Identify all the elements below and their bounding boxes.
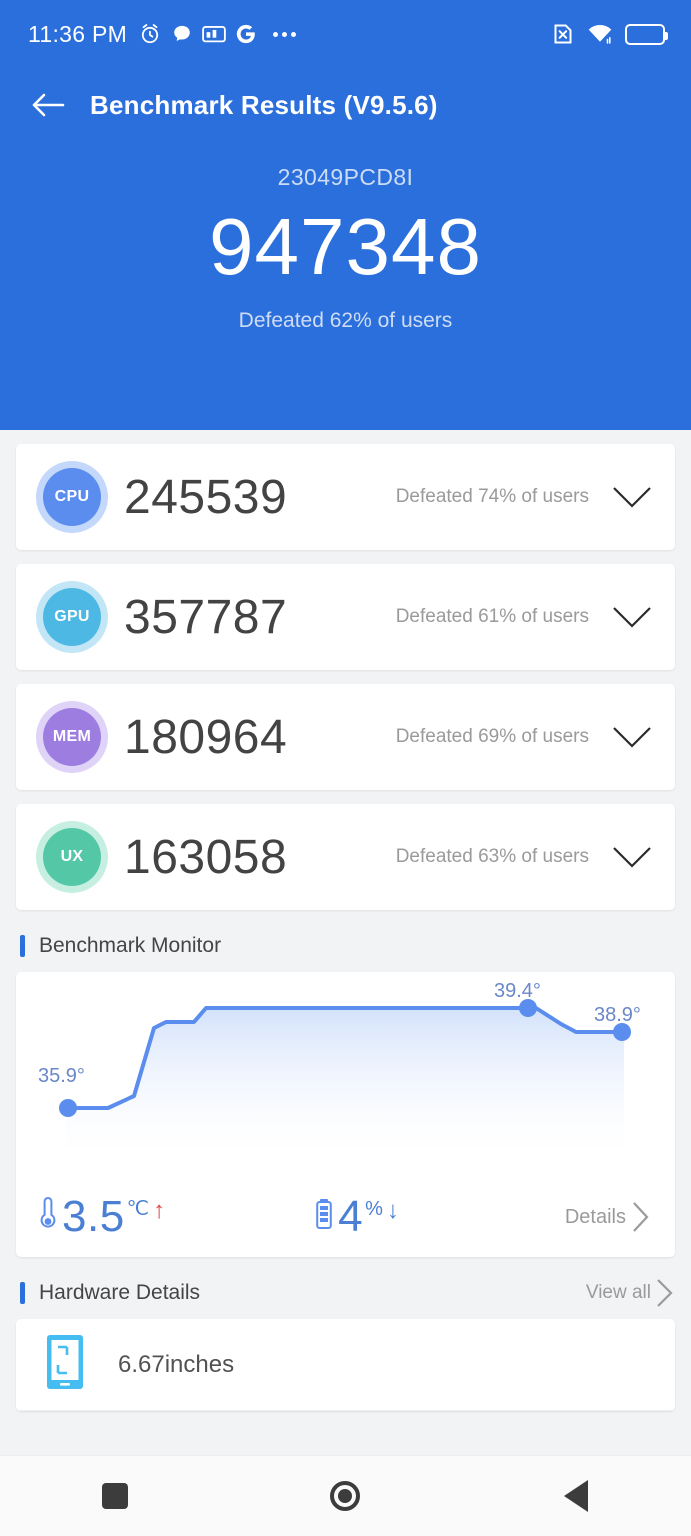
hero-summary: 23049PCD8I 947348 Defeated 62% of users [0, 142, 691, 333]
mem-expand-button[interactable] [589, 725, 675, 749]
gpu-score-value: 357787 [124, 590, 287, 645]
back-triangle-icon [564, 1480, 588, 1512]
chevron-down-icon [611, 845, 653, 869]
chat-bubble-icon [171, 23, 193, 45]
battery-delta-stat: 4 % ↓ [315, 1195, 399, 1239]
cpu-defeated-text: Defeated 74% of users [396, 486, 589, 508]
temperature-delta-value: 3.5 [62, 1195, 125, 1239]
cpu-score-value: 245539 [124, 470, 287, 525]
ux-badge: UX [43, 828, 101, 886]
chart-label-end: 38.9° [594, 1004, 641, 1027]
benchmark-monitor-header: Benchmark Monitor [16, 920, 675, 972]
ux-badge-halo: UX [36, 821, 108, 893]
benchmark-monitor-title: Benchmark Monitor [39, 934, 221, 958]
mem-score-value: 180964 [124, 710, 287, 765]
home-button[interactable] [297, 1468, 393, 1524]
page-title: Benchmark Results (V9.5.6) [90, 90, 438, 121]
more-dots-icon [273, 32, 296, 37]
thermometer-icon [38, 1195, 58, 1236]
app-bar: Benchmark Results (V9.5.6) [0, 68, 691, 142]
screenshot-icon [202, 24, 226, 44]
chart-point-start [59, 1099, 77, 1117]
hardware-row-value: 6.67inches [118, 1351, 234, 1379]
benchmark-monitor-card: 35.9° 39.4° 38.9° 3.5 ℃ ↑ [16, 972, 675, 1257]
total-defeated-text: Defeated 62% of users [0, 309, 691, 333]
recents-button[interactable] [67, 1468, 163, 1524]
device-model: 23049PCD8I [0, 164, 691, 191]
temperature-chart: 35.9° 39.4° 38.9° [16, 972, 675, 1177]
battery-trend-arrow-icon: ↓ [387, 1199, 399, 1223]
monitor-stats-row: 3.5 ℃ ↑ 4 [16, 1177, 675, 1257]
details-label: Details [565, 1206, 626, 1229]
ux-defeated-text: Defeated 63% of users [396, 846, 589, 868]
hardware-details-card: 6.67inches [16, 1319, 675, 1411]
back-nav-button[interactable] [528, 1468, 624, 1524]
mem-badge: MEM [43, 708, 101, 766]
screen-size-icon [44, 1333, 86, 1396]
temperature-delta-stat: 3.5 ℃ ↑ [38, 1195, 165, 1239]
mem-defeated-text: Defeated 69% of users [396, 726, 589, 748]
score-card-cpu[interactable]: CPU 245539 Defeated 74% of users [16, 444, 675, 550]
hardware-details-title: Hardware Details [39, 1281, 200, 1305]
battery-icon [315, 1197, 333, 1236]
status-time: 11:36 PM [28, 21, 127, 48]
score-card-ux[interactable]: UX 163058 Defeated 63% of users [16, 804, 675, 910]
details-link[interactable]: Details [565, 1200, 651, 1234]
arrow-left-icon [31, 91, 65, 119]
hardware-row-screen-size[interactable]: 6.67inches [16, 1319, 675, 1411]
content-area: CPU 245539 Defeated 74% of users GPU 357… [0, 430, 691, 1455]
mem-badge-halo: MEM [36, 701, 108, 773]
score-card-gpu[interactable]: GPU 357787 Defeated 61% of users [16, 564, 675, 670]
temperature-trend-arrow-icon: ↑ [153, 1199, 165, 1223]
battery-icon: 43 [625, 24, 665, 45]
temperature-chart-svg [16, 972, 675, 1177]
battery-unit: % [365, 1199, 383, 1219]
chevron-right-icon [653, 1277, 675, 1309]
gpu-badge: GPU [43, 588, 101, 646]
chart-area-fill [66, 1008, 624, 1157]
score-card-mem[interactable]: MEM 180964 Defeated 69% of users [16, 684, 675, 790]
chart-label-peak: 39.4° [494, 980, 541, 1003]
cpu-badge: CPU [43, 468, 101, 526]
hardware-details-header: Hardware Details View all [16, 1267, 675, 1319]
ux-expand-button[interactable] [589, 845, 675, 869]
gpu-badge-halo: GPU [36, 581, 108, 653]
status-bar-left: 11:36 PM [28, 21, 296, 48]
wifi-icon [587, 23, 613, 45]
ux-score-value: 163058 [124, 830, 287, 885]
battery-delta-value: 4 [338, 1195, 363, 1239]
view-all-link[interactable]: View all [586, 1277, 675, 1309]
back-button[interactable] [22, 79, 74, 131]
sim-off-icon [551, 22, 575, 46]
status-bar-right: 43 [551, 22, 665, 46]
header-region: 11:36 PM [0, 0, 691, 430]
gpu-defeated-text: Defeated 61% of users [396, 606, 589, 628]
chart-label-start: 35.9° [38, 1065, 85, 1088]
recents-square-icon [102, 1483, 128, 1509]
alarm-icon [138, 22, 162, 46]
cpu-badge-halo: CPU [36, 461, 108, 533]
temperature-unit: ℃ [127, 1199, 149, 1219]
google-icon [235, 23, 257, 45]
chevron-down-icon [611, 485, 653, 509]
app-root: 11:36 PM [0, 0, 691, 1536]
status-bar: 11:36 PM [0, 0, 691, 68]
chevron-down-icon [611, 605, 653, 629]
system-navigation-bar [0, 1455, 691, 1536]
chevron-down-icon [611, 725, 653, 749]
cpu-expand-button[interactable] [589, 485, 675, 509]
chevron-right-icon [629, 1200, 651, 1234]
section-accent-bar [20, 935, 25, 957]
home-circle-icon [330, 1481, 360, 1511]
view-all-label: View all [586, 1282, 651, 1304]
total-score: 947348 [0, 205, 691, 289]
battery-level: 43 [648, 26, 663, 42]
gpu-expand-button[interactable] [589, 605, 675, 629]
section-accent-bar [20, 1282, 25, 1304]
